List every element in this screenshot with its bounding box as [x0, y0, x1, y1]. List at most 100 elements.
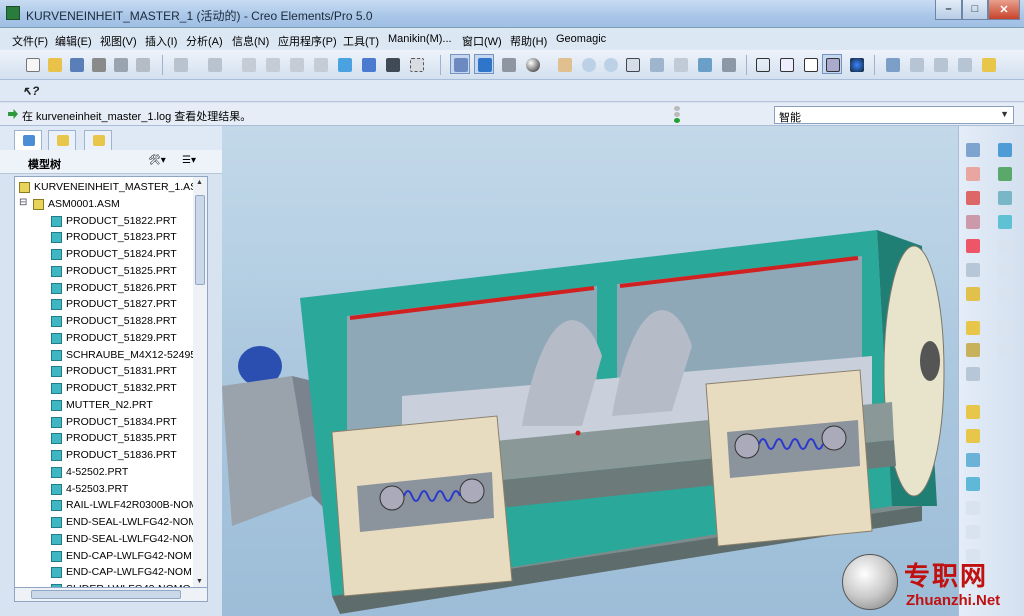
- menu-manikin[interactable]: Manikin(M)...: [388, 33, 452, 45]
- graphics-window[interactable]: [222, 126, 958, 616]
- selection-filter-dropdown[interactable]: 智能 ▼: [774, 106, 1014, 124]
- tree-filters-button[interactable]: ☰▾: [182, 155, 210, 169]
- extend-icon: [998, 321, 1012, 335]
- datum-axes-toggle[interactable]: [906, 54, 926, 74]
- minimize-button[interactable]: –: [935, 0, 962, 20]
- copy-button[interactable]: [262, 54, 282, 74]
- appearance-button[interactable]: [522, 54, 542, 74]
- menu-applications[interactable]: 应用程序(P): [278, 33, 337, 49]
- menu-geomagic[interactable]: Geomagic: [556, 33, 606, 45]
- regenerate-button[interactable]: [334, 54, 354, 74]
- email-button[interactable]: [110, 54, 130, 74]
- analysis-button[interactable]: [963, 318, 983, 338]
- datum-display-button[interactable]: [450, 54, 470, 74]
- create-component-button[interactable]: [963, 426, 983, 446]
- context-help-button[interactable]: ↖?: [18, 80, 39, 100]
- merge-button[interactable]: [995, 260, 1015, 280]
- tree-settings-button[interactable]: 🛠▾: [148, 155, 176, 169]
- offset-button[interactable]: [995, 340, 1015, 360]
- datum-point-button[interactable]: [963, 236, 983, 256]
- no-hidden-button[interactable]: [800, 54, 820, 74]
- orient-mode-button[interactable]: [498, 54, 518, 74]
- open-button[interactable]: [44, 54, 64, 74]
- undo-button[interactable]: [170, 54, 190, 74]
- maximize-button[interactable]: □: [962, 0, 988, 20]
- menu-tools[interactable]: 工具(T): [343, 33, 379, 49]
- datum-axis-button[interactable]: [963, 188, 983, 208]
- paste-button[interactable]: [286, 54, 306, 74]
- layers-icon: [698, 58, 712, 72]
- email-link-button[interactable]: [132, 54, 152, 74]
- menu-info[interactable]: 信息(N): [232, 33, 269, 49]
- round-button[interactable]: [963, 498, 983, 518]
- close-button[interactable]: ✕: [988, 0, 1020, 20]
- save-button[interactable]: [66, 54, 86, 74]
- saved-views-button[interactable]: [670, 54, 690, 74]
- datum-planes-toggle[interactable]: [882, 54, 902, 74]
- model-tree[interactable]: KURVENEINHEIT_MASTER_1.ASM ⊟ ASM0001.ASM PR…: [14, 176, 208, 588]
- scroll-down-icon[interactable]: ▼: [196, 578, 203, 585]
- datum-plane-button[interactable]: [963, 164, 983, 184]
- part-icon: [51, 215, 62, 227]
- select-box-button[interactable]: [406, 54, 426, 74]
- tab-folder-browser[interactable]: [48, 130, 76, 150]
- menu-edit[interactable]: 编辑(E): [55, 33, 92, 49]
- tab-model-tree[interactable]: [14, 130, 42, 150]
- cut-button[interactable]: [238, 54, 258, 74]
- tree-vertical-scrollbar[interactable]: ▲ ▼: [193, 176, 208, 588]
- datum-points-toggle[interactable]: [930, 54, 950, 74]
- sketch-button[interactable]: [963, 140, 983, 160]
- zoom-out-button[interactable]: [600, 54, 620, 74]
- annotations-toggle[interactable]: [978, 54, 998, 74]
- print-button[interactable]: [88, 54, 108, 74]
- copy-geometry-button[interactable]: [995, 140, 1015, 160]
- surface-button[interactable]: [995, 212, 1015, 232]
- watermark-logo: 专职网 Zhuanzhi.Net: [842, 552, 1022, 614]
- menu-view[interactable]: 视图(V): [100, 33, 137, 49]
- new-button[interactable]: [22, 54, 42, 74]
- hole-button[interactable]: [963, 450, 983, 470]
- trim-button[interactable]: [995, 284, 1015, 304]
- spin-center-button[interactable]: [474, 54, 494, 74]
- assemble-button[interactable]: [995, 164, 1015, 184]
- insert-component-button[interactable]: [963, 402, 983, 422]
- enhanced-realism-icon: [850, 58, 864, 72]
- measure-button[interactable]: [963, 340, 983, 360]
- redo-button[interactable]: [204, 54, 224, 74]
- fill-button[interactable]: [995, 236, 1015, 256]
- collapse-icon[interactable]: ⊟: [19, 197, 27, 208]
- scrollbar-thumb[interactable]: [195, 195, 205, 285]
- enhanced-realism-button[interactable]: [846, 54, 866, 74]
- view-manager-button[interactable]: [718, 54, 738, 74]
- coordinate-systems-toggle[interactable]: [954, 54, 974, 74]
- menu-insert[interactable]: 插入(I): [145, 33, 177, 49]
- pan-button[interactable]: [554, 54, 574, 74]
- part-icon: [51, 265, 62, 277]
- cut-feature-button[interactable]: [963, 474, 983, 494]
- shading-button[interactable]: [822, 54, 842, 74]
- menu-help[interactable]: 帮助(H): [510, 33, 547, 49]
- layers-button[interactable]: [694, 54, 714, 74]
- wireframe-button[interactable]: [752, 54, 772, 74]
- datum-curve-button[interactable]: [963, 212, 983, 232]
- tree-horizontal-scrollbar[interactable]: [14, 588, 208, 602]
- regen-manager-button[interactable]: [358, 54, 378, 74]
- chamfer-button[interactable]: [963, 522, 983, 542]
- find-button[interactable]: [382, 54, 402, 74]
- offset-point-button[interactable]: [963, 260, 983, 280]
- menu-window[interactable]: 窗口(W): [462, 33, 502, 49]
- reference-button[interactable]: [963, 364, 983, 384]
- hidden-line-button[interactable]: [776, 54, 796, 74]
- refit-button[interactable]: [622, 54, 642, 74]
- scrollbar-thumb[interactable]: [31, 590, 181, 599]
- scroll-up-icon[interactable]: ▲: [196, 179, 203, 186]
- csys-button[interactable]: [963, 284, 983, 304]
- menu-analysis[interactable]: 分析(A): [186, 33, 223, 49]
- zoom-in-button[interactable]: [578, 54, 598, 74]
- extend-button[interactable]: [995, 318, 1015, 338]
- reorient-button[interactable]: [646, 54, 666, 74]
- tab-favorites[interactable]: [84, 130, 112, 150]
- paste-special-button[interactable]: [310, 54, 330, 74]
- menu-file[interactable]: 文件(F): [12, 33, 48, 49]
- pattern-button[interactable]: [995, 188, 1015, 208]
